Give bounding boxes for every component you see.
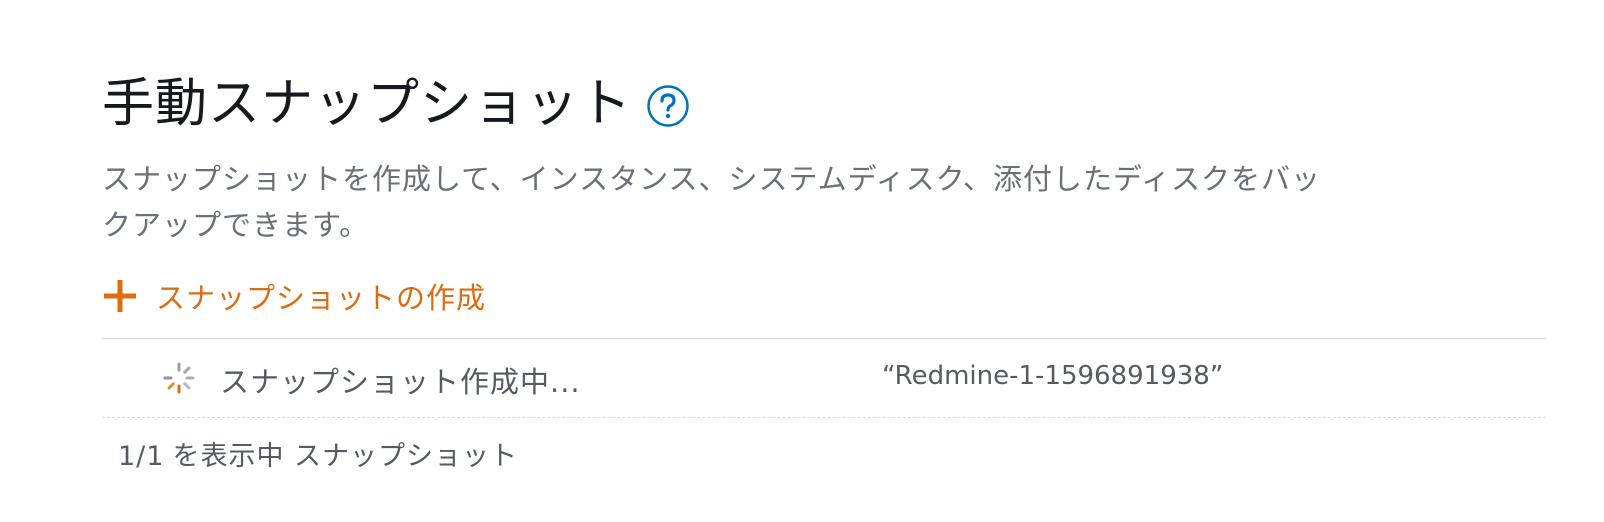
question-circle-icon[interactable] (646, 84, 690, 128)
spinner-icon (163, 362, 195, 394)
section-title: 手動スナップショット (102, 74, 633, 134)
pagination-label: を表示中 スナップショット (172, 441, 519, 472)
section-description: スナップショットを作成して、インスタンス、システムディスク、添付したディスクをバ… (102, 162, 1321, 242)
snapshot-row: スナップショット作成中... “Redmine-1-1596891938” (102, 339, 1546, 418)
pagination-count: 1/1 (118, 441, 165, 472)
snapshot-status: スナップショット作成中... (220, 365, 581, 399)
manual-snapshots-panel: 手動スナップショット スナップショットを作成して、インスタンス、システムディスク… (102, 64, 1546, 473)
title-row: 手動スナップショット (102, 64, 1546, 144)
snapshot-name: “Redmine-1-1596891938” (882, 361, 1224, 391)
create-snapshot-link[interactable]: スナップショットの作成 (102, 272, 486, 320)
plus-icon (104, 280, 136, 312)
pagination-summary: 1/1 を表示中 スナップショット (118, 434, 1546, 473)
create-snapshot-label: スナップショットの作成 (156, 281, 487, 315)
